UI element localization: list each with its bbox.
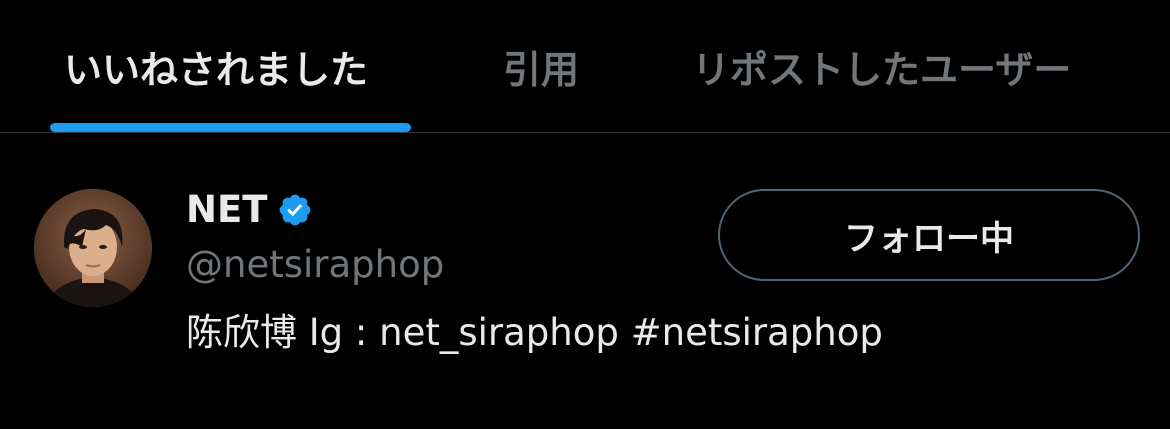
avatar[interactable] bbox=[34, 189, 152, 307]
tab-quotes[interactable]: 引用 bbox=[503, 40, 579, 100]
avatar-image bbox=[34, 189, 152, 307]
user-handle[interactable]: @netsiraphop bbox=[186, 241, 444, 289]
tab-bar: いいねされました 引用 リポストしたユーザー bbox=[0, 0, 1170, 132]
following-button[interactable]: フォロー中 bbox=[718, 189, 1140, 281]
display-name[interactable]: NET bbox=[186, 185, 267, 235]
display-name-row: NET bbox=[186, 185, 313, 235]
user-bio: 陈欣博 Ig : net_siraphop #netsiraphop bbox=[186, 311, 883, 354]
user-cell[interactable]: NET @netsiraphop 陈欣博 Ig : net_siraphop #… bbox=[0, 133, 1170, 429]
verified-badge-icon bbox=[277, 192, 313, 228]
tab-reposted-by[interactable]: リポストしたユーザー bbox=[692, 40, 1071, 100]
tab-liked-by[interactable]: いいねされました bbox=[64, 40, 368, 100]
active-tab-indicator bbox=[50, 123, 411, 132]
